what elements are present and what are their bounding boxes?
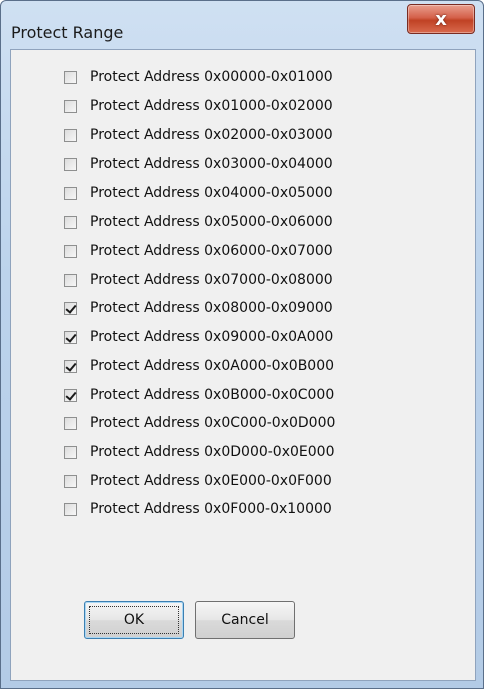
checkbox-label[interactable]: Protect Address 0x07000-0x08000 [90,272,333,288]
checkbox-checked[interactable] [64,301,77,315]
checkbox-row[interactable]: Protect Address 0x00000-0x01000 [52,66,333,88]
checkbox-unchecked[interactable] [64,244,77,258]
checkbox-row[interactable]: Protect Address 0x0D000-0x0E000 [52,441,334,463]
checkbox-label[interactable]: Protect Address 0x01000-0x02000 [90,98,333,114]
ok-button[interactable]: OK [84,601,184,639]
checkbox-label[interactable]: Protect Address 0x04000-0x05000 [90,185,333,201]
checkbox-label[interactable]: Protect Address 0x03000-0x04000 [90,156,333,172]
checkbox-unchecked[interactable] [64,186,77,200]
checkbox-unchecked[interactable] [64,157,77,171]
checkbox-unchecked[interactable] [64,215,77,229]
checkbox-label[interactable]: Protect Address 0x0A000-0x0B000 [90,358,334,374]
checkbox-unchecked[interactable] [64,99,77,113]
checkbox-row[interactable]: Protect Address 0x02000-0x03000 [52,124,333,146]
checkbox-unchecked[interactable] [64,70,77,84]
checkbox-row[interactable]: Protect Address 0x0C000-0x0D000 [52,412,335,434]
checkbox-label[interactable]: Protect Address 0x0D000-0x0E000 [90,444,334,460]
checkbox-label[interactable]: Protect Address 0x0B000-0x0C000 [90,387,334,403]
checkbox-label[interactable]: Protect Address 0x08000-0x09000 [90,300,333,316]
checkbox-label[interactable]: Protect Address 0x0E000-0x0F000 [90,473,332,489]
checkbox-row[interactable]: Protect Address 0x07000-0x08000 [52,269,333,291]
checkbox-unchecked[interactable] [64,128,77,142]
checkbox-row[interactable]: Protect Address 0x01000-0x02000 [52,95,333,117]
checkbox-label[interactable]: Protect Address 0x09000-0x0A000 [90,329,333,345]
checkbox-row[interactable]: Protect Address 0x05000-0x06000 [52,211,333,233]
checkbox-unchecked[interactable] [64,445,77,459]
checkbox-unchecked[interactable] [64,273,77,287]
checkbox-checked[interactable] [64,359,77,373]
checkbox-row[interactable]: Protect Address 0x0A000-0x0B000 [52,355,334,377]
checkbox-label[interactable]: Protect Address 0x06000-0x07000 [90,243,333,259]
checkbox-checked[interactable] [64,330,77,344]
cancel-button[interactable]: Cancel [195,601,295,639]
checkbox-unchecked[interactable] [64,416,77,430]
checkbox-row[interactable]: Protect Address 0x09000-0x0A000 [52,326,333,348]
checkbox-unchecked[interactable] [64,474,77,488]
window-title: Protect Range [11,23,124,42]
close-icon: x [435,8,447,30]
checkbox-row[interactable]: Protect Address 0x0B000-0x0C000 [52,384,334,406]
checkbox-row[interactable]: Protect Address 0x0F000-0x10000 [52,498,332,520]
checkbox-checked[interactable] [64,388,77,402]
checkbox-row[interactable]: Protect Address 0x06000-0x07000 [52,240,333,262]
checkbox-row[interactable]: Protect Address 0x04000-0x05000 [52,182,333,204]
checkbox-row[interactable]: Protect Address 0x03000-0x04000 [52,153,333,175]
checkbox-row[interactable]: Protect Address 0x08000-0x09000 [52,297,333,319]
close-button[interactable]: x [407,4,475,34]
checkbox-unchecked[interactable] [64,502,77,516]
focus-ring [89,606,179,634]
cancel-button-label: Cancel [221,612,269,628]
checkbox-label[interactable]: Protect Address 0x0C000-0x0D000 [90,415,335,431]
checkbox-label[interactable]: Protect Address 0x00000-0x01000 [90,69,333,85]
checkbox-label[interactable]: Protect Address 0x05000-0x06000 [90,214,333,230]
checkbox-label[interactable]: Protect Address 0x0F000-0x10000 [90,501,332,517]
checkbox-row[interactable]: Protect Address 0x0E000-0x0F000 [52,470,332,492]
title-bar[interactable]: Protect Range x [1,1,483,49]
checkbox-label[interactable]: Protect Address 0x02000-0x03000 [90,127,333,143]
